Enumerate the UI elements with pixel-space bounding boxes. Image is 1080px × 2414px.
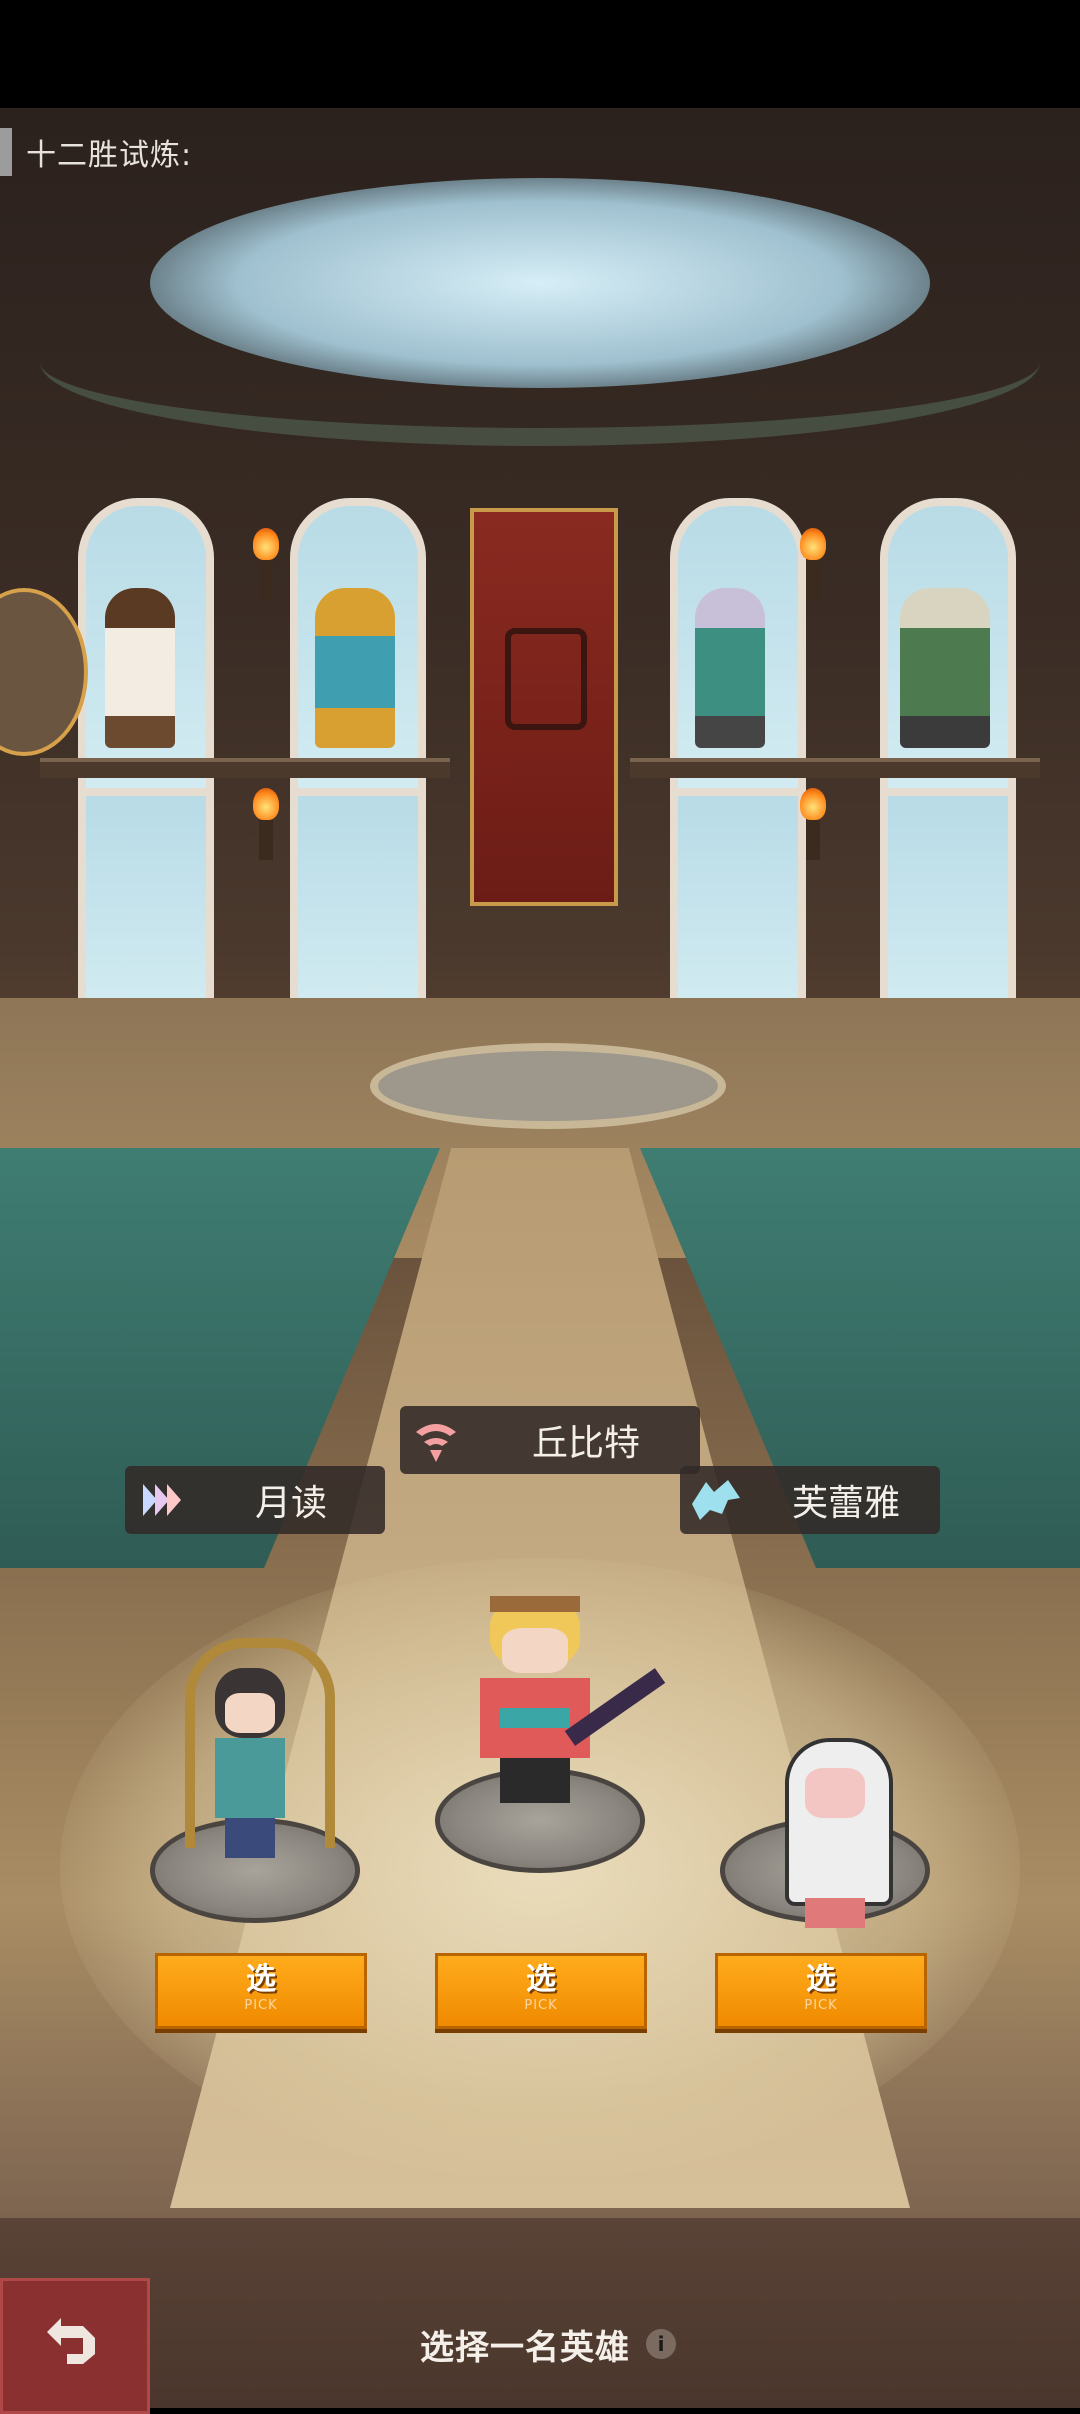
ceiling-ring <box>40 278 1040 446</box>
arena-scene: 丘比特 月读 芙蕾雅 选 PICK 选 PICK 选 PICK <box>0 108 1080 2218</box>
banner-sigil-icon <box>505 628 587 730</box>
torch-flame-3 <box>253 788 279 820</box>
left-shelf <box>40 758 450 778</box>
statue-hero-3 <box>695 588 765 748</box>
swirl-emblem-icon <box>400 1406 472 1474</box>
choose-hero-prompt: 选择一名英雄 i <box>420 2314 676 2374</box>
statue-hero-4 <box>900 588 990 748</box>
bottom-bar: 选择一名英雄 i <box>0 2218 1080 2414</box>
torch-2 <box>806 560 820 600</box>
hero-name-plate-1: 月读 <box>125 1466 385 1534</box>
hero-name-plate-3: 芙蕾雅 <box>680 1466 940 1534</box>
back-button[interactable] <box>0 2278 150 2414</box>
hero-name-label: 月读 <box>254 1483 327 1524</box>
right-shelf <box>630 758 1040 778</box>
triple-blade-emblem-icon <box>125 1466 197 1534</box>
prompt-text: 选择一名英雄 <box>420 2327 630 2368</box>
back-arrow-icon <box>43 2316 107 2376</box>
torch-flame-2 <box>800 528 826 560</box>
statue-hero-1 <box>105 588 175 748</box>
hero-figure-1[interactable] <box>165 1638 335 1858</box>
torch-1 <box>259 560 273 600</box>
statue-hero-2 <box>315 588 395 748</box>
hero-name-label: 芙蕾雅 <box>791 1483 900 1524</box>
pick-button-hero-3[interactable]: 选 PICK <box>715 1953 927 2029</box>
page-title: 十二胜试炼: <box>26 138 193 173</box>
torch-flame-4 <box>800 788 826 820</box>
info-icon[interactable]: i <box>646 2329 676 2359</box>
title-marker <box>0 128 12 176</box>
floor-emblem <box>370 1043 726 1129</box>
hero-figure-3[interactable] <box>775 1738 895 1938</box>
torch-4 <box>806 820 820 860</box>
pick-button-hero-1[interactable]: 选 PICK <box>155 1953 367 2029</box>
hero-name-label: 丘比特 <box>531 1423 640 1464</box>
side-portrait-button[interactable] <box>0 588 88 756</box>
pick-button-hero-2[interactable]: 选 PICK <box>435 1953 647 2029</box>
status-bar <box>0 0 1080 108</box>
torch-3 <box>259 820 273 860</box>
hero-figure-2[interactable] <box>450 1588 670 1808</box>
wolf-emblem-icon <box>680 1466 752 1534</box>
hero-name-plate-2: 丘比特 <box>400 1406 700 1474</box>
torch-flame-1 <box>253 528 279 560</box>
